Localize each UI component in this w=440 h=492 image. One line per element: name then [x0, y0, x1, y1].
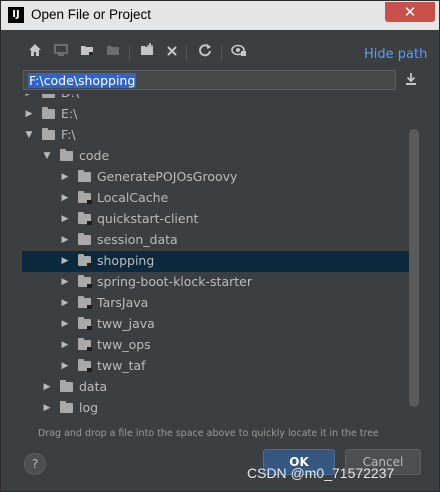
hide-path-link[interactable]: Hide path: [364, 47, 427, 62]
tree-item-label: LocalCache: [97, 190, 169, 205]
expand-arrow-right-icon[interactable]: ▶: [42, 403, 52, 413]
tree-item[interactable]: ▶ spring-boot-klock-starter: [22, 272, 410, 293]
folder-icon: [78, 170, 91, 182]
tree-item-label: shopping: [97, 253, 155, 268]
expand-arrow-right-icon[interactable]: ▶: [24, 109, 34, 119]
tree-item[interactable]: ▶ D:\: [22, 94, 410, 104]
path-value: F:\code\shopping: [28, 73, 137, 88]
module-badge-icon: [87, 368, 92, 372]
module-badge-icon: [87, 326, 92, 330]
expand-arrow-right-icon[interactable]: ▶: [60, 193, 70, 203]
tree-item[interactable]: ▶ session_data: [22, 230, 410, 251]
module-badge-icon: [87, 305, 92, 309]
expand-arrow-down-icon[interactable]: ▼: [42, 151, 52, 161]
tree-item-label: data: [79, 379, 108, 394]
toolbar-separator: [186, 45, 187, 61]
project-folder-icon[interactable]: [77, 43, 97, 63]
toolbar-separator: [129, 45, 130, 61]
module-folder-icon: [78, 254, 92, 267]
module-folder-icon: [78, 296, 92, 309]
tree-item-label: log: [79, 400, 99, 415]
module-folder-icon: [78, 359, 92, 372]
path-row: F:\code\shopping: [23, 70, 423, 92]
tree-item[interactable]: ▶ tww_ops: [22, 335, 410, 356]
intellij-app-icon: IJ: [8, 7, 24, 23]
tree-item[interactable]: ▶ E:\: [22, 104, 410, 125]
toolbar-separator: [221, 45, 222, 61]
dialog-title: Open File or Project: [31, 7, 152, 22]
module-folder-icon: [78, 338, 92, 351]
title-bar: IJ Open File or Project ✕: [1, 1, 439, 30]
expand-arrow-right-icon[interactable]: ▶: [60, 340, 70, 350]
module-badge-icon: [87, 347, 92, 351]
new-folder-icon[interactable]: [137, 43, 157, 63]
delete-icon[interactable]: [162, 43, 182, 63]
tree-item[interactable]: ▶ log: [22, 398, 410, 419]
expand-arrow-right-icon[interactable]: ▶: [60, 172, 70, 182]
tree-item-label: F:\: [61, 127, 76, 142]
download-icon[interactable]: [403, 72, 419, 88]
home-icon[interactable]: [25, 43, 45, 63]
folder-icon: [60, 401, 73, 413]
open-file-dialog: IJ Open File or Project ✕ Hide path F:\c…: [0, 0, 440, 492]
expand-arrow-right-icon[interactable]: ▶: [60, 361, 70, 371]
expand-arrow-right-icon[interactable]: ▶: [60, 214, 70, 224]
tree-item[interactable]: ▶ TarsJava: [22, 293, 410, 314]
tree-item-label: session_data: [97, 232, 178, 247]
toolbar: Hide path: [1, 39, 439, 67]
tree-item-label: GeneratePOJOsGroovy: [97, 169, 238, 184]
tree-item-label: spring-boot-klock-starter: [97, 274, 252, 289]
tree-item-label: tww_java: [97, 316, 155, 331]
folder-icon: [42, 128, 55, 140]
drag-drop-hint: Drag and drop a file into the space abov…: [38, 428, 379, 439]
tree-item-label: E:\: [61, 106, 78, 121]
path-input[interactable]: F:\code\shopping: [23, 70, 396, 90]
expand-arrow-down-icon[interactable]: ▼: [24, 130, 34, 140]
tree-item[interactable]: ▶ tww_taf: [22, 356, 410, 377]
expand-arrow-right-icon[interactable]: ▶: [42, 382, 52, 392]
module-folder-icon: [78, 317, 92, 330]
module-badge-icon: [87, 263, 92, 267]
expand-arrow-right-icon[interactable]: ▶: [60, 235, 70, 245]
desktop-icon[interactable]: [51, 43, 71, 63]
module-folder-icon: [78, 275, 92, 288]
expand-arrow-right-icon[interactable]: ▶: [60, 256, 70, 266]
module-badge-icon: [87, 284, 92, 288]
refresh-icon[interactable]: [195, 43, 215, 63]
folder-icon: [60, 380, 73, 392]
help-button[interactable]: ?: [24, 453, 46, 475]
module-folder-icon: [78, 191, 92, 204]
tree-item[interactable]: ▶ LocalCache: [22, 188, 410, 209]
tree-item[interactable]: ▼ F:\: [22, 125, 410, 146]
expand-arrow-right-icon[interactable]: ▶: [60, 298, 70, 308]
tree-item-label: D:\: [61, 94, 79, 100]
folder-icon: [42, 94, 55, 98]
tree-item-label: tww_taf: [97, 358, 146, 373]
tree-item-label: code: [79, 148, 110, 163]
tree-item[interactable]: ▼ code: [22, 146, 410, 167]
tree-scrollbar[interactable]: [409, 129, 419, 407]
module-folder-icon[interactable]: [103, 43, 123, 63]
module-folder-icon: [78, 212, 92, 225]
tree-item[interactable]: ▶ GeneratePOJOsGroovy: [22, 167, 410, 188]
csdn-watermark: CSDN @m0_71572237: [247, 465, 395, 481]
file-tree[interactable]: ▶ D:\ ▶ E:\ ▼ F:\ ▼ code ▶ GeneratePOJOsGroovy ▶ Lo…: [22, 94, 421, 424]
show-hidden-icon[interactable]: [229, 43, 249, 63]
folder-icon: [42, 107, 55, 119]
expand-arrow-right-icon[interactable]: ▶: [60, 277, 70, 287]
module-badge-icon: [87, 200, 92, 204]
expand-arrow-right-icon[interactable]: ▶: [24, 94, 34, 98]
tree-item[interactable]: ▶ data: [22, 377, 410, 398]
tree-item[interactable]: ▶ quickstart-client: [22, 209, 410, 230]
tree-item[interactable]: ▶ shopping: [22, 251, 410, 272]
expand-arrow-right-icon[interactable]: ▶: [60, 319, 70, 329]
folder-icon: [60, 149, 73, 161]
tree-item-label: quickstart-client: [97, 211, 199, 226]
folder-icon: [78, 233, 91, 245]
module-badge-icon: [87, 221, 92, 225]
tree-item-label: tww_ops: [97, 337, 151, 352]
close-button[interactable]: ✕: [385, 2, 435, 22]
tree-item-label: TarsJava: [97, 295, 149, 310]
tree-item[interactable]: ▶ tww_java: [22, 314, 410, 335]
